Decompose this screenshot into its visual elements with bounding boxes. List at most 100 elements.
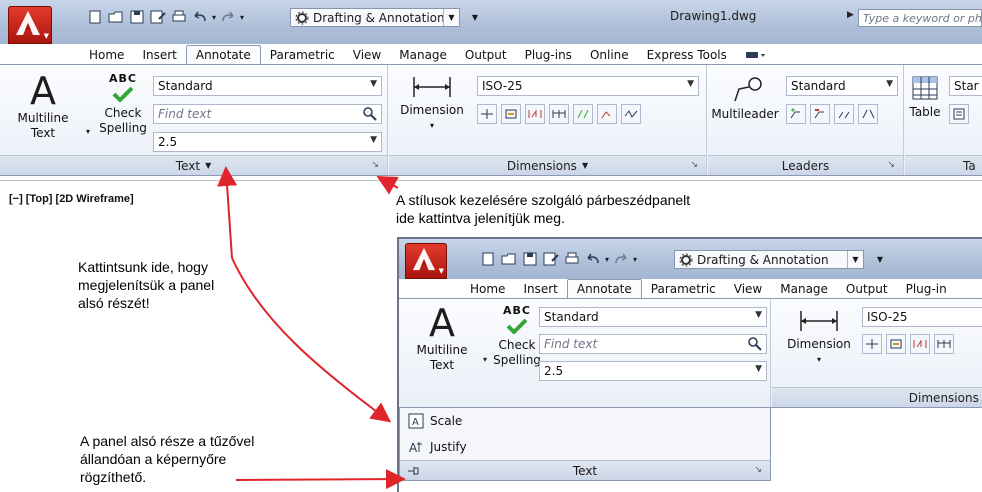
align-leaders-icon[interactable] — [834, 104, 854, 124]
search-input[interactable]: Type a keyword or phrase — [858, 9, 982, 27]
redo-dropdown-icon[interactable]: ▾ — [240, 13, 244, 22]
chevron-down-icon[interactable]: ▾ — [86, 127, 90, 136]
redo-icon[interactable] — [612, 250, 630, 268]
tab-plug-ins[interactable]: Plug-ins — [516, 45, 581, 64]
chevron-down-icon[interactable]: ▾ — [483, 355, 487, 364]
tables-panel-footer[interactable]: Ta — [905, 155, 982, 175]
check-spelling-button[interactable]: ABC Check Spelling — [95, 71, 151, 136]
dimension-button[interactable]: Dimension ▾ — [397, 75, 467, 133]
tab-home[interactable]: Home — [461, 279, 514, 298]
dimension-style-select[interactable]: ISO-25 — [862, 307, 982, 327]
tab-manage[interactable]: Manage — [390, 45, 456, 64]
dim-continue-icon[interactable] — [549, 104, 569, 124]
dim-space-icon[interactable] — [501, 104, 521, 124]
pin-icon[interactable] — [406, 464, 420, 478]
inset-application-menu-button[interactable]: ▼ — [405, 243, 447, 279]
text-style-select[interactable]: Standard ▼ — [153, 76, 382, 96]
tab-output[interactable]: Output — [456, 45, 516, 64]
find-replace-icon[interactable] — [747, 336, 763, 352]
leaders-panel-footer[interactable]: Leaders ↘ — [708, 155, 903, 175]
tab-insert[interactable]: Insert — [514, 279, 566, 298]
print-icon[interactable] — [563, 250, 581, 268]
tab-parametric[interactable]: Parametric — [261, 45, 344, 64]
multileader-button[interactable]: Multileader — [710, 75, 780, 122]
inset-workspace-switcher[interactable]: Drafting & Annotation ▼ — [674, 250, 864, 269]
print-icon[interactable] — [170, 8, 188, 26]
dim-oblique-icon[interactable] — [573, 104, 593, 124]
tab-insert[interactable]: Insert — [133, 45, 185, 64]
tab-express-tools[interactable]: Express Tools — [638, 45, 736, 64]
dimension-button[interactable]: Dimension ▾ — [784, 309, 854, 367]
dim-jog-icon[interactable] — [621, 104, 641, 124]
inset-dimensions-footer[interactable]: Dimensions ▼ — [772, 387, 982, 407]
tab-manage[interactable]: Manage — [771, 279, 837, 298]
save-as-icon[interactable] — [149, 8, 167, 26]
dialog-launcher-icon[interactable]: ↘ — [690, 160, 698, 170]
slideout-title: Text — [572, 463, 598, 478]
tab-output[interactable]: Output — [837, 279, 897, 298]
new-icon[interactable] — [479, 250, 497, 268]
undo-icon[interactable] — [191, 8, 209, 26]
find-text-input[interactable]: Find text — [153, 104, 382, 124]
dialog-launcher-icon[interactable]: ↘ — [754, 465, 762, 475]
ribbon-display-toggle[interactable] — [736, 45, 776, 64]
tab-plug-ins[interactable]: Plug-in — [897, 279, 956, 298]
undo-icon[interactable] — [584, 250, 602, 268]
dimensions-panel-footer[interactable]: Dimensions ▼ ↘ — [389, 155, 706, 175]
dim-continue-icon[interactable] — [934, 334, 954, 354]
multiline-text-button[interactable]: A Multiline Text — [8, 71, 78, 141]
dimension-style-select[interactable]: ISO-25 ▼ — [477, 76, 699, 96]
dim-inspect-icon[interactable] — [910, 334, 930, 354]
redo-icon[interactable] — [219, 8, 237, 26]
tab-annotate[interactable]: Annotate — [185, 45, 261, 64]
find-text-input[interactable]: Find text — [539, 334, 767, 354]
save-icon[interactable] — [128, 8, 146, 26]
dim-update-icon[interactable] — [597, 104, 617, 124]
dialog-launcher-icon[interactable]: ↘ — [887, 160, 895, 170]
scale-button[interactable]: A Scale — [400, 408, 770, 434]
application-menu-button[interactable]: ▼ — [8, 6, 52, 44]
multileader-style-select[interactable]: Standard ▼ — [786, 76, 898, 96]
tab-view[interactable]: View — [344, 45, 390, 64]
save-icon[interactable] — [521, 250, 539, 268]
dim-space-icon[interactable] — [886, 334, 906, 354]
table-style-select[interactable]: Star — [949, 76, 982, 96]
text-style-select[interactable]: Standard ▼ — [539, 307, 767, 327]
open-icon[interactable] — [107, 8, 125, 26]
chevron-right-icon[interactable]: ▶ — [847, 10, 854, 20]
redo-dropdown-icon[interactable]: ▾ — [633, 255, 637, 264]
dim-break-icon[interactable] — [862, 334, 882, 354]
inset-workspace-name: Drafting & Annotation — [697, 252, 829, 267]
workspace-switcher[interactable]: Drafting & Annotation ▼ — [290, 8, 460, 27]
multiline-text-button[interactable]: A Multiline Text — [407, 303, 477, 373]
collect-leaders-icon[interactable] — [858, 104, 878, 124]
add-leader-icon[interactable] — [786, 104, 806, 124]
text-panel-footer[interactable]: Text ▼ ↘ — [0, 155, 387, 175]
table-button[interactable]: Table — [907, 75, 943, 120]
find-replace-icon[interactable] — [362, 106, 378, 122]
justify-button[interactable]: A Justify — [400, 434, 770, 460]
undo-dropdown-icon[interactable]: ▾ — [605, 255, 609, 264]
check-spelling-button[interactable]: ABC Check Spelling — [489, 303, 545, 368]
customize-qat-icon[interactable]: ▼ — [869, 252, 891, 267]
chevron-down-icon[interactable]: ▼ — [847, 251, 863, 268]
remove-leader-icon[interactable] — [810, 104, 830, 124]
viewport-controls[interactable]: [−] [Top] [2D Wireframe] — [9, 193, 134, 205]
text-height-select[interactable]: 2.5 ▼ — [539, 361, 767, 381]
save-as-icon[interactable] — [542, 250, 560, 268]
open-icon[interactable] — [500, 250, 518, 268]
customize-qat-icon[interactable]: ▼ — [464, 10, 486, 25]
undo-dropdown-icon[interactable]: ▾ — [212, 13, 216, 22]
dialog-launcher-icon[interactable]: ↘ — [371, 160, 379, 170]
tab-annotate[interactable]: Annotate — [566, 279, 642, 298]
dim-inspect-icon[interactable] — [525, 104, 545, 124]
new-icon[interactable] — [86, 8, 104, 26]
tab-view[interactable]: View — [725, 279, 771, 298]
text-height-select[interactable]: 2.5 ▼ — [153, 132, 382, 152]
tab-online[interactable]: Online — [581, 45, 638, 64]
dim-break-icon[interactable] — [477, 104, 497, 124]
tab-parametric[interactable]: Parametric — [642, 279, 725, 298]
extract-data-icon[interactable] — [949, 104, 969, 124]
chevron-down-icon[interactable]: ▼ — [443, 9, 459, 26]
tab-home[interactable]: Home — [80, 45, 133, 64]
